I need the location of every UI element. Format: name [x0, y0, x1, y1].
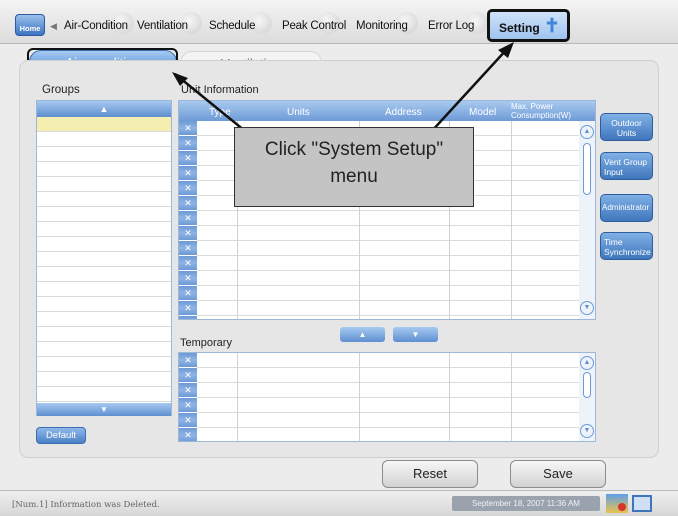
callout-arrow-to-subtab	[174, 73, 251, 136]
instruction-callout: Click "System Setup" menu	[234, 127, 474, 207]
callout-arrow-to-setting	[429, 47, 509, 134]
callout-arrows	[172, 42, 514, 136]
